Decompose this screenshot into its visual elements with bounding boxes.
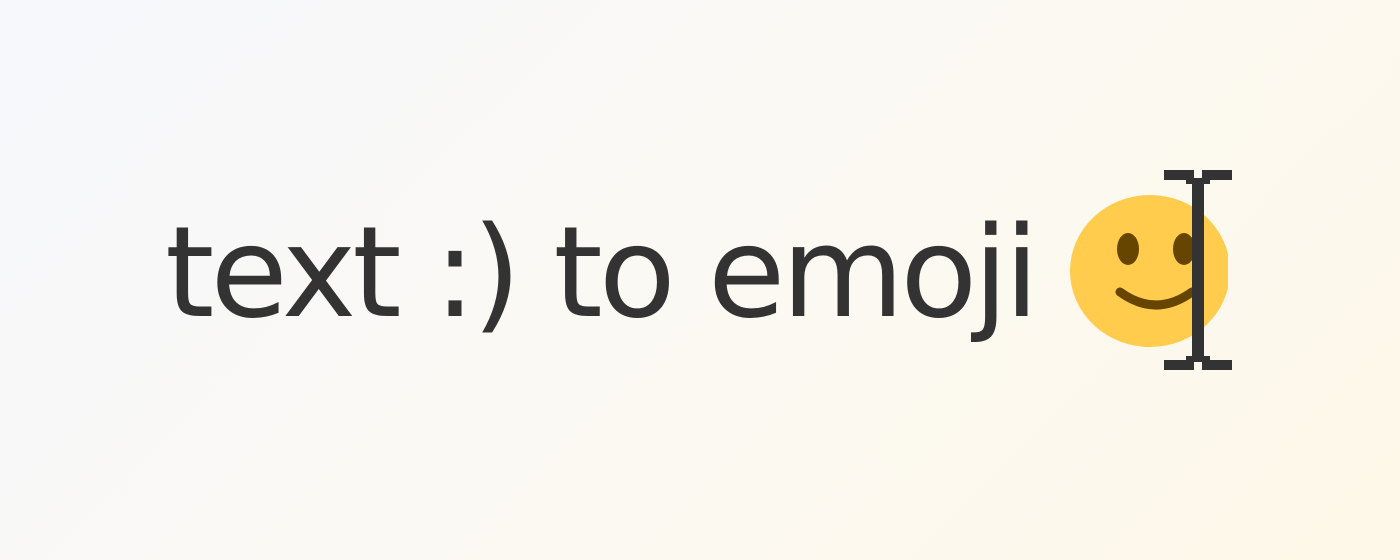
- smiley-left-eye: [1117, 233, 1139, 265]
- headline-text: text :) to emoji: [165, 199, 1039, 346]
- banner: { "headline": { "text": "text :) to emoj…: [0, 0, 1400, 560]
- text-cursor-ibeam-icon: [1164, 170, 1232, 370]
